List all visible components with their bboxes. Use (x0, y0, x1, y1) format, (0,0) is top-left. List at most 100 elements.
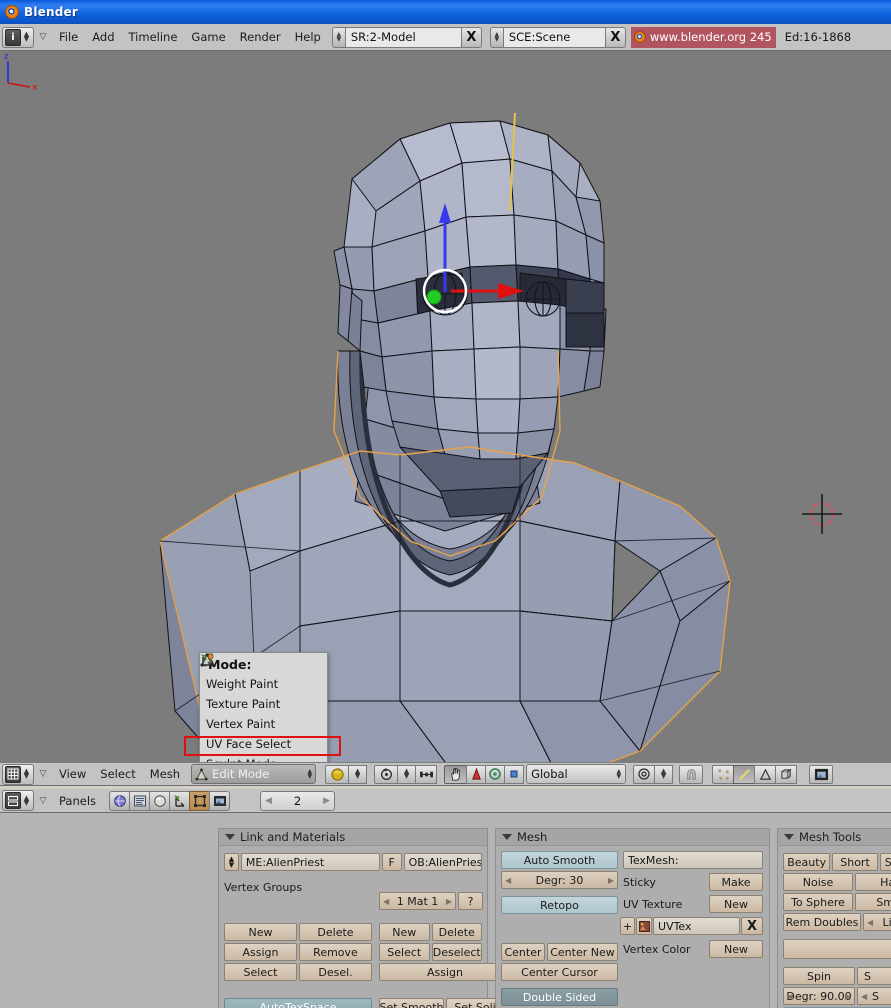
transform-orientation-dropdown[interactable]: Global ▲▼ (526, 764, 626, 784)
vgroup-new-button[interactable]: New (224, 923, 297, 941)
spin-button[interactable]: Spin (783, 967, 855, 985)
vgroup-deselect-button[interactable]: Desel. (299, 963, 372, 981)
pivot-button[interactable] (415, 765, 437, 784)
menu-collapse-triangle-icon[interactable]: ▽ (34, 764, 52, 785)
mode-item-sculpt-mode[interactable]: Sculpt Mode (200, 754, 327, 762)
vgroup-select-button[interactable]: Select (224, 963, 297, 981)
to-sphere-button[interactable]: To Sphere (783, 893, 853, 911)
viewport-menu-view[interactable]: View (52, 764, 93, 785)
material-prev-icon[interactable]: ◀ (383, 897, 389, 906)
viewport-window-type-spinner-icon[interactable]: ▲▼ (22, 766, 31, 783)
snap-button[interactable] (679, 765, 703, 784)
uvtex-delete-button[interactable]: X (741, 917, 763, 935)
menu-game[interactable]: Game (184, 27, 232, 48)
manipulator-translate-button[interactable] (466, 765, 486, 784)
mode-item-weight-paint[interactable]: Weight Paint (200, 674, 327, 694)
short-button[interactable]: Short (832, 853, 877, 871)
rem-doubles-button[interactable]: Rem Doubles (783, 913, 861, 931)
panel-collapse-triangle-icon[interactable] (784, 834, 794, 840)
panel-tab-script[interactable] (209, 791, 230, 811)
degr-prev-icon[interactable]: ◀ (505, 876, 511, 885)
uvtex-name-field[interactable]: UVTex (653, 917, 740, 935)
mode-dropdown[interactable]: Edit Mode ▲▼ (191, 764, 316, 784)
scene-selector[interactable]: ▲▼ SCE:Scene X (490, 27, 626, 48)
frame-prev-icon[interactable]: ◀ (265, 796, 272, 806)
spin-dup-button[interactable]: S (857, 967, 891, 985)
panel-collapse-triangle-icon[interactable] (225, 834, 235, 840)
limit-slider[interactable]: ◀ Limit: (863, 913, 891, 931)
buttons-window-type-selector[interactable]: ▲▼ (2, 790, 34, 811)
spin-degr-prev-icon[interactable]: ◀ (787, 992, 793, 1001)
menu-render[interactable]: Render (233, 27, 288, 48)
material-deselect-button[interactable]: Deselect (432, 943, 483, 961)
auto-smooth-degr-slider[interactable]: ◀ Degr: 30 ▶ (501, 871, 618, 889)
fake-user-button[interactable]: F (382, 853, 402, 871)
scene-spinner-icon[interactable]: ▲▼ (490, 27, 503, 48)
sticky-make-button[interactable]: Make (709, 873, 763, 891)
center-new-button[interactable]: Center New (547, 943, 618, 961)
spin-degr-next-icon[interactable]: ▶ (845, 992, 851, 1001)
panel-tab-object[interactable] (169, 791, 190, 811)
set-smooth-button[interactable]: Set Smooth (379, 998, 444, 1008)
vgroup-remove-button[interactable]: Remove (299, 943, 372, 961)
edge-select-button[interactable] (733, 765, 755, 784)
uvtex-image-icon[interactable] (636, 917, 652, 935)
viewport-menu-select[interactable]: Select (93, 764, 142, 785)
hash-button[interactable]: Hash (855, 873, 891, 891)
frame-next-icon[interactable]: ▶ (323, 796, 330, 806)
mode-popup-menu[interactable]: Mode: Weight Paint Texture Paint (199, 652, 328, 762)
scene-name-field[interactable]: SCE:Scene (503, 27, 606, 48)
screen-name-field[interactable]: SR:2-Model (345, 27, 462, 48)
smooth-button[interactable]: Smoot (855, 893, 891, 911)
manipulator-rotate-button[interactable] (485, 765, 505, 784)
vertex-select-button[interactable] (712, 765, 734, 784)
menu-collapse-triangle-icon[interactable]: ▽ (34, 790, 52, 811)
menu-add[interactable]: Add (85, 27, 121, 48)
panel-header-mesh[interactable]: Mesh (496, 829, 769, 846)
mode-item-texture-paint[interactable]: Texture Paint (200, 694, 327, 714)
material-next-icon[interactable]: ▶ (446, 897, 452, 906)
buttons-window-type-spinner-icon[interactable]: ▲▼ (22, 792, 31, 809)
steps-slider[interactable]: ◀ S (857, 987, 891, 1005)
noise-button[interactable]: Noise (783, 873, 853, 891)
menu-help[interactable]: Help (288, 27, 328, 48)
beauty-button[interactable]: Beauty (783, 853, 830, 871)
occlude-geometry-button[interactable] (775, 765, 797, 784)
render-preview-button[interactable] (809, 765, 833, 784)
manipulator-hand-button[interactable] (444, 765, 467, 784)
rotation-center-button[interactable] (374, 765, 398, 784)
material-delete-button[interactable]: Delete (432, 923, 483, 941)
retopo-button[interactable]: Retopo (501, 896, 618, 914)
menu-panels[interactable]: Panels (52, 790, 103, 811)
panel-header-mesh-tools[interactable]: Mesh Tools (778, 829, 891, 846)
mesh-tools-empty-field[interactable] (783, 939, 891, 959)
material-new-button[interactable]: New (379, 923, 430, 941)
steps-prev-icon[interactable]: ◀ (861, 992, 867, 1001)
material-help-button[interactable]: ? (458, 892, 483, 910)
center-cursor-button[interactable]: Center Cursor (501, 963, 618, 981)
limit-prev-icon[interactable]: ◀ (867, 918, 873, 927)
mesh-name-field[interactable]: ME:AlienPriest (241, 853, 380, 871)
subdivide-button[interactable]: S (880, 853, 891, 871)
menu-collapse-triangle-icon[interactable]: ▽ (34, 27, 52, 48)
material-assign-button[interactable]: Assign (379, 963, 511, 981)
viewport-menu-mesh[interactable]: Mesh (143, 764, 187, 785)
uv-new-button[interactable]: New (709, 895, 763, 913)
auto-smooth-button[interactable]: Auto Smooth (501, 851, 618, 869)
mode-item-uv-face-select[interactable]: UV Face Select (200, 734, 327, 754)
material-select-button[interactable]: Select (379, 943, 430, 961)
panel-collapse-triangle-icon[interactable] (502, 834, 512, 840)
screen-spinner-icon[interactable]: ▲▼ (332, 27, 345, 48)
screen-delete-button[interactable]: X (462, 27, 482, 48)
degr-next-icon[interactable]: ▶ (608, 876, 614, 885)
rotation-center-spinner[interactable]: ▲▼ (397, 765, 416, 784)
screen-selector[interactable]: ▲▼ SR:2-Model X (332, 27, 482, 48)
mode-item-vertex-paint[interactable]: Vertex Paint (200, 714, 327, 734)
material-index-slider[interactable]: ◀ 1 Mat 1 ▶ (379, 892, 456, 910)
texmesh-field[interactable]: TexMesh: (623, 851, 763, 869)
panel-header-link-and-materials[interactable]: Link and Materials (219, 829, 487, 846)
vgroup-delete-button[interactable]: Delete (299, 923, 372, 941)
face-select-button[interactable] (754, 765, 776, 784)
vgroup-assign-button[interactable]: Assign (224, 943, 297, 961)
draw-type-button[interactable] (325, 765, 349, 784)
